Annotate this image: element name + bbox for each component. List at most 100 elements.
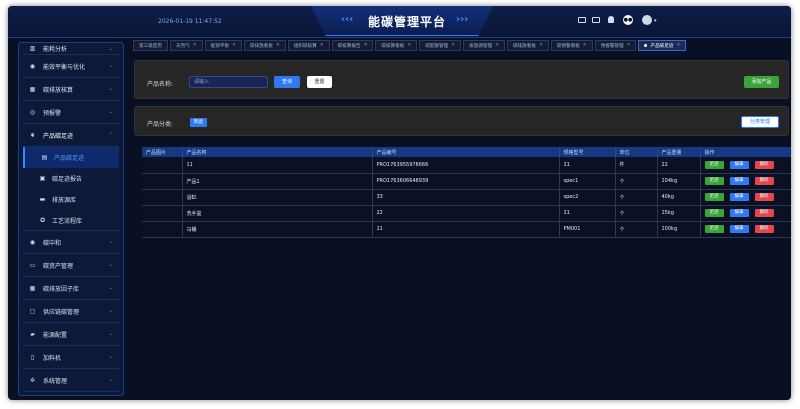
- close-icon[interactable]: ✕: [539, 43, 543, 48]
- avatar[interactable]: [642, 15, 652, 25]
- bell-icon[interactable]: [608, 16, 614, 23]
- sidebar-item-product-footprint[interactable]: ❦ 产品碳足迹 ⌃: [23, 124, 119, 147]
- close-icon[interactable]: ✕: [676, 43, 680, 48]
- sidebar-item-energy-config[interactable]: ▰ 能源配置 ⌄: [23, 323, 119, 346]
- reset-button[interactable]: 重置: [307, 76, 332, 88]
- sidebar-subitem-footprint-report[interactable]: ▣ 碳足迹报告: [23, 168, 119, 189]
- tab-accounting-report[interactable]: 碳核算报告 ✕: [331, 40, 374, 51]
- edit-button[interactable]: 编辑: [729, 225, 749, 233]
- sidebar-item-label: 碳中和: [43, 239, 62, 247]
- close-icon[interactable]: ✕: [193, 43, 197, 48]
- screen-icon[interactable]: [592, 17, 600, 23]
- tab-quota-mgmt[interactable]: 碳配额管理 ✕: [419, 40, 462, 51]
- close-icon[interactable]: ✕: [583, 43, 587, 48]
- sidebar-item-carbon-assets[interactable]: ▭ 碳资产管理 ⌄: [23, 254, 119, 277]
- menu-circle-icon[interactable]: ●●: [623, 15, 633, 25]
- chevron-down-icon: ⌄: [108, 109, 113, 115]
- close-icon[interactable]: ✕: [232, 43, 236, 48]
- sidebar-item-label: 排放源库: [52, 197, 77, 204]
- cell-ops: 足迹 编辑 删除: [700, 189, 791, 206]
- close-icon[interactable]: ✕: [495, 43, 499, 48]
- search-panel: 产品名称: 查询 重置 添加产品: [134, 60, 789, 99]
- cell-unit: 件: [615, 157, 658, 174]
- product-name-input[interactable]: [189, 76, 268, 88]
- sidebar-item-supply-chain[interactable]: ▢ 供应链碳管理 ⌄: [23, 300, 119, 323]
- sidebar-item-emission-factor-lib[interactable]: ▦ 碳排放因子库 ⌄: [23, 277, 119, 300]
- tab-emission-board[interactable]: 碳排放看板 ✕: [243, 40, 286, 51]
- cell-image: [142, 157, 183, 174]
- tab-accounting-board[interactable]: 碳核算看板 ✕: [375, 40, 418, 51]
- edit-button[interactable]: 编辑: [729, 160, 749, 169]
- close-icon[interactable]: ✕: [407, 43, 411, 48]
- tab-emission-board-2[interactable]: 碳排放看板 ✕: [506, 40, 549, 51]
- sidebar-item-energy-analysis[interactable]: ▥ 能耗分析 ⌄: [23, 43, 119, 55]
- col-header: 操作: [700, 147, 791, 157]
- tab-alert-mgmt[interactable]: 预报警管理 ✕: [594, 40, 637, 51]
- monitor-icon[interactable]: [578, 17, 586, 23]
- tab-natural-gas[interactable]: 天然气 ✕: [169, 40, 203, 51]
- chevrons-right-icon: ›››: [456, 14, 469, 25]
- table-icon: ▦: [29, 284, 36, 292]
- cell-name: 11: [182, 157, 373, 174]
- tab-alert-board[interactable]: 碳预警看板 ✕: [550, 40, 593, 51]
- edit-button[interactable]: 编辑: [729, 193, 749, 201]
- gear-icon: ✲: [29, 376, 36, 384]
- leaf-icon: ❦: [29, 131, 36, 139]
- chevrons-left-icon: ‹‹‹: [341, 14, 354, 25]
- table-row: 11 PRO1763955978666 11 件 22 足迹 编辑 删除: [142, 157, 791, 174]
- footprint-button[interactable]: 足迹: [704, 225, 724, 233]
- col-header: 产品编号: [372, 147, 560, 157]
- tab-org-accounting[interactable]: 组织碳核算 ✕: [287, 40, 330, 51]
- close-icon[interactable]: ✕: [451, 43, 455, 48]
- sidebar-item-label: 碳排放因子库: [43, 285, 80, 293]
- cell-unit: 个: [615, 221, 658, 238]
- close-icon[interactable]: ✕: [276, 43, 280, 48]
- add-product-button[interactable]: 添加产品: [744, 76, 779, 88]
- sidebar-item-carbon-accounting[interactable]: ▦ 碳排放核算 ⌄: [23, 78, 119, 101]
- tab-source-mgmt[interactable]: 排放源管理 ✕: [463, 40, 505, 51]
- edit-button[interactable]: 编辑: [729, 209, 749, 217]
- sidebar-item-system-admin[interactable]: ✲ 系统管理 ⌄: [23, 369, 119, 392]
- datetime-display: 2026-01-19 11:47:52: [158, 18, 222, 25]
- database-icon: ▬: [39, 196, 46, 203]
- close-icon[interactable]: ✕: [320, 43, 324, 48]
- cell-name: 马桶: [182, 221, 373, 238]
- delete-button[interactable]: 删除: [754, 209, 774, 217]
- product-table: 产品图片 产品名称 产品编号 规格型号 单位 产品重量 操作 11 PRO176…: [142, 147, 791, 238]
- cell-spec: spec2: [559, 189, 616, 206]
- sidebar-subitem-emission-source-lib[interactable]: ▬ 排放源库: [23, 189, 119, 210]
- footprint-button[interactable]: 足迹: [704, 209, 724, 217]
- cell-weight: 104kg: [657, 173, 701, 190]
- close-icon[interactable]: ✕: [364, 43, 368, 48]
- tab-product-footprint[interactable]: 产品碳足迹 ✕: [638, 40, 687, 51]
- edit-button[interactable]: 编辑: [729, 177, 749, 185]
- footprint-button[interactable]: 足迹: [704, 193, 724, 201]
- category-chip[interactable]: 陶瓷: [190, 118, 208, 127]
- top-header: 2026-01-19 11:47:52 ‹‹‹ 能碳管理平台 ››› ●● ▾: [8, 6, 791, 38]
- chevron-down-icon: ⌄: [108, 285, 113, 291]
- delete-button[interactable]: 删除: [754, 177, 774, 185]
- tab-level3-home[interactable]: 第三级首页: [133, 40, 168, 51]
- tab-label: 碳排放看板: [249, 43, 273, 49]
- delete-button[interactable]: 删除: [754, 225, 774, 233]
- chevron-down-icon: ⌄: [108, 377, 113, 383]
- close-icon[interactable]: ✕: [627, 43, 631, 48]
- sidebar-item-energy-balance[interactable]: ◉ 能效平衡与优化 ⌄: [23, 55, 119, 78]
- cell-image: [142, 173, 183, 190]
- sidebar-item-alerts[interactable]: ◎ 预报警 ⌄: [23, 101, 119, 124]
- query-button[interactable]: 查询: [274, 76, 300, 88]
- sidebar-item-carbon-neutral[interactable]: ◉ 碳中和 ⌄: [23, 231, 119, 254]
- tab-bar: 第三级首页 天然气 ✕ 能源平衡 ✕ 碳排放看板 ✕ 组织碳核算 ✕ 碳核算报告 ✕ 碳核…: [128, 40, 791, 52]
- footprint-button[interactable]: 足迹: [704, 160, 724, 169]
- table-row: 浴缸 33 spec2 个 40kg 足迹 编辑 删除: [142, 189, 791, 206]
- sidebar-subitem-process-lib[interactable]: ✪ 工艺流程库: [23, 210, 119, 231]
- category-manage-button[interactable]: 分类管理: [741, 116, 779, 128]
- footprint-button[interactable]: 足迹: [704, 177, 724, 185]
- table-row: 马桶 11 PM001 个 100kg 足迹 编辑 删除: [142, 221, 791, 238]
- sidebar-subitem-product-footprint[interactable]: ▤ 产品碳足迹: [23, 147, 119, 168]
- delete-button[interactable]: 删除: [754, 193, 774, 201]
- delete-button[interactable]: 删除: [754, 160, 774, 169]
- chevron-down-icon[interactable]: ▾: [654, 18, 657, 24]
- sidebar-item-feeder[interactable]: ▯ 加料机 ⌄: [23, 346, 119, 369]
- tab-energy-balance[interactable]: 能源平衡 ✕: [204, 40, 242, 51]
